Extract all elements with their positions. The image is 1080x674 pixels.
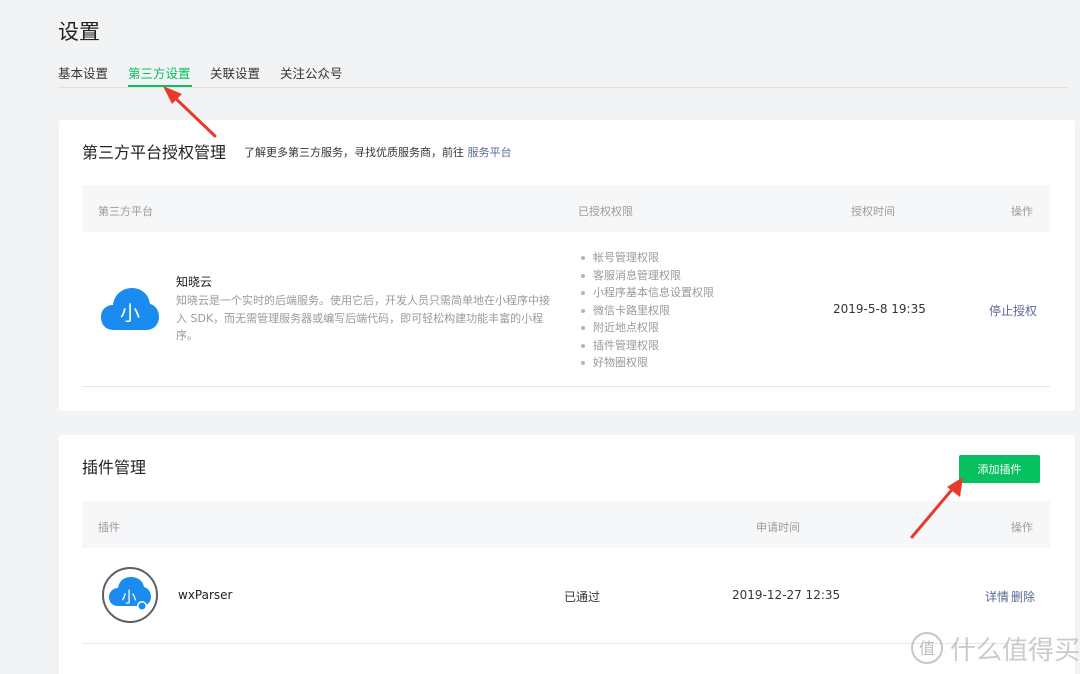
- app-description: 知晓云是一个实时的后端服务。使用它后，开发人员只需简单地在小程序中接入 SDK，…: [176, 294, 550, 342]
- row-divider: [82, 643, 1050, 644]
- column-header-plugin: 插件: [98, 521, 120, 534]
- permission-item: 微信卡路里权限: [579, 302, 714, 320]
- cloud-icon: 小: [101, 288, 159, 330]
- watermark-text: 什么值得买: [950, 635, 1080, 666]
- plugin-detail-link[interactable]: 详情: [985, 588, 1009, 605]
- permission-item: 好物圈权限: [579, 354, 714, 372]
- cloud-icon-glyph: 小: [120, 301, 140, 325]
- plugin-name: wxParser: [178, 588, 233, 602]
- plugin-avatar: 小: [102, 567, 158, 623]
- column-header-action: 操作: [1011, 205, 1033, 218]
- active-tab-underline: [128, 85, 192, 87]
- column-header-apply-time: 申请时间: [756, 521, 800, 534]
- column-header-auth-time: 授权时间: [851, 205, 895, 218]
- plugin-status: 已通过: [564, 590, 601, 604]
- plugin-avatar-glyph: 小: [121, 588, 136, 606]
- plugin-title: 插件管理: [82, 458, 147, 477]
- watermark: 值 什么值得买: [910, 628, 1080, 668]
- plugin-apply-time: 2019-12-27 12:35: [732, 588, 841, 602]
- permission-item: 插件管理权限: [579, 337, 714, 355]
- permission-item: 客服消息管理权限: [579, 267, 714, 285]
- permission-item: 帐号管理权限: [579, 249, 714, 267]
- page-title: 设置: [58, 20, 100, 44]
- third-party-card: 第三方平台授权管理 了解更多第三方服务，寻找优质服务商，前往 服务平台 第三方平…: [59, 120, 1075, 411]
- third-party-title: 第三方平台授权管理: [82, 143, 227, 162]
- tab-link-settings[interactable]: 关联设置: [210, 63, 260, 82]
- tab-basic-settings[interactable]: 基本设置: [58, 63, 108, 82]
- plugin-table-header: 插件 申请时间 操作: [82, 501, 1050, 548]
- column-header-platform: 第三方平台: [98, 205, 153, 218]
- app-name: 知晓云: [176, 275, 213, 289]
- settings-tabs: 基本设置 第三方设置 关联设置 关注公众号: [58, 60, 1068, 88]
- watermark-logo-icon: 值: [911, 632, 943, 664]
- third-party-table-header: 第三方平台 已授权权限 授权时间 操作: [82, 185, 1050, 232]
- service-platform-link[interactable]: 服务平台: [468, 146, 512, 159]
- add-plugin-button[interactable]: 添加插件: [959, 455, 1040, 483]
- plugin-delete-link[interactable]: 删除: [1011, 588, 1035, 605]
- permission-item: 小程序基本信息设置权限: [579, 284, 714, 302]
- row-divider: [82, 386, 1050, 387]
- stop-authorization-link[interactable]: 停止授权: [989, 302, 1037, 319]
- permission-item: 附近地点权限: [579, 319, 714, 337]
- permission-list: 帐号管理权限 客服消息管理权限 小程序基本信息设置权限 微信卡路里权限 附近地点…: [579, 249, 714, 372]
- third-party-description: 了解更多第三方服务，寻找优质服务商，前往 服务平台: [244, 144, 512, 160]
- column-header-action: 操作: [1011, 521, 1033, 534]
- third-party-desc-text: 了解更多第三方服务，寻找优质服务商，前往: [244, 146, 464, 159]
- watermark-logo-glyph: 值: [919, 639, 935, 658]
- tab-third-party-settings[interactable]: 第三方设置: [128, 63, 191, 82]
- column-header-permissions: 已授权权限: [578, 205, 633, 218]
- tab-follow-official-account[interactable]: 关注公众号: [280, 63, 343, 82]
- auth-time: 2019-5-8 19:35: [833, 302, 926, 316]
